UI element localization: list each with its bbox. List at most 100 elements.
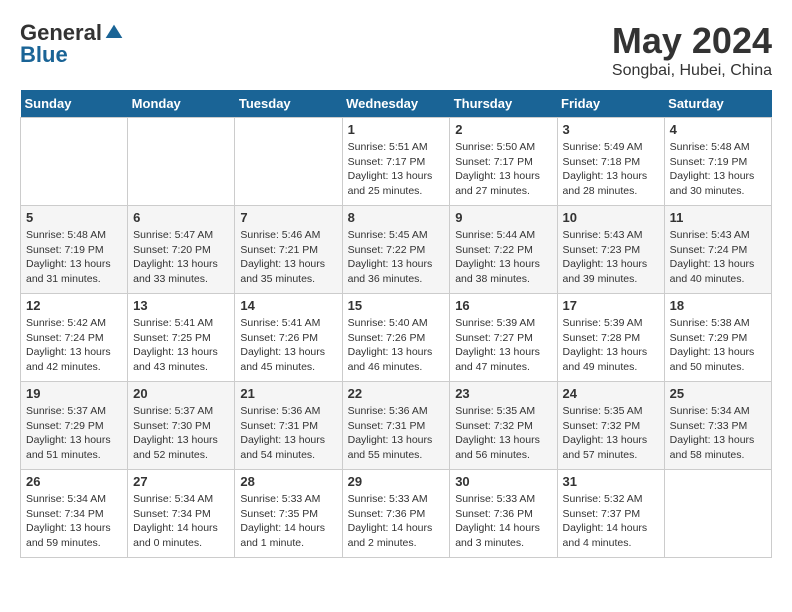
day-number: 31	[563, 474, 659, 489]
day-number: 21	[240, 386, 336, 401]
day-info: Sunrise: 5:33 AM Sunset: 7:36 PM Dayligh…	[348, 492, 445, 551]
day-info: Sunrise: 5:35 AM Sunset: 7:32 PM Dayligh…	[563, 404, 659, 463]
day-info: Sunrise: 5:50 AM Sunset: 7:17 PM Dayligh…	[455, 140, 551, 199]
day-info: Sunrise: 5:35 AM Sunset: 7:32 PM Dayligh…	[455, 404, 551, 463]
day-info: Sunrise: 5:33 AM Sunset: 7:36 PM Dayligh…	[455, 492, 551, 551]
day-number: 29	[348, 474, 445, 489]
calendar-cell: 24 Sunrise: 5:35 AM Sunset: 7:32 PM Dayli…	[557, 382, 664, 470]
day-number: 3	[563, 122, 659, 137]
day-info: Sunrise: 5:51 AM Sunset: 7:17 PM Dayligh…	[348, 140, 445, 199]
calendar-cell: 22 Sunrise: 5:36 AM Sunset: 7:31 PM Dayli…	[342, 382, 450, 470]
calendar-cell: 5 Sunrise: 5:48 AM Sunset: 7:19 PM Daylig…	[21, 206, 128, 294]
header: General Blue May 2024 Songbai, Hubei, Ch…	[20, 20, 772, 80]
day-number: 30	[455, 474, 551, 489]
day-info: Sunrise: 5:36 AM Sunset: 7:31 PM Dayligh…	[348, 404, 445, 463]
day-number: 28	[240, 474, 336, 489]
day-header-tuesday: Tuesday	[235, 90, 342, 118]
calendar-cell: 9 Sunrise: 5:44 AM Sunset: 7:22 PM Daylig…	[450, 206, 557, 294]
week-row-2: 5 Sunrise: 5:48 AM Sunset: 7:19 PM Daylig…	[21, 206, 772, 294]
day-number: 5	[26, 210, 122, 225]
calendar-cell: 20 Sunrise: 5:37 AM Sunset: 7:30 PM Dayli…	[128, 382, 235, 470]
day-number: 19	[26, 386, 122, 401]
logo: General Blue	[20, 20, 124, 68]
day-number: 10	[563, 210, 659, 225]
day-info: Sunrise: 5:45 AM Sunset: 7:22 PM Dayligh…	[348, 228, 445, 287]
day-number: 14	[240, 298, 336, 313]
day-info: Sunrise: 5:34 AM Sunset: 7:34 PM Dayligh…	[133, 492, 229, 551]
day-number: 20	[133, 386, 229, 401]
day-header-monday: Monday	[128, 90, 235, 118]
calendar-cell: 2 Sunrise: 5:50 AM Sunset: 7:17 PM Daylig…	[450, 118, 557, 206]
calendar-cell: 19 Sunrise: 5:37 AM Sunset: 7:29 PM Dayli…	[21, 382, 128, 470]
day-number: 2	[455, 122, 551, 137]
day-info: Sunrise: 5:33 AM Sunset: 7:35 PM Dayligh…	[240, 492, 336, 551]
day-info: Sunrise: 5:34 AM Sunset: 7:34 PM Dayligh…	[26, 492, 122, 551]
calendar-cell: 30 Sunrise: 5:33 AM Sunset: 7:36 PM Dayli…	[450, 470, 557, 558]
day-number: 27	[133, 474, 229, 489]
calendar-cell: 26 Sunrise: 5:34 AM Sunset: 7:34 PM Dayli…	[21, 470, 128, 558]
day-info: Sunrise: 5:38 AM Sunset: 7:29 PM Dayligh…	[670, 316, 766, 375]
calendar-cell: 8 Sunrise: 5:45 AM Sunset: 7:22 PM Daylig…	[342, 206, 450, 294]
calendar-cell	[664, 470, 771, 558]
calendar-cell: 11 Sunrise: 5:43 AM Sunset: 7:24 PM Dayli…	[664, 206, 771, 294]
day-number: 15	[348, 298, 445, 313]
day-info: Sunrise: 5:37 AM Sunset: 7:30 PM Dayligh…	[133, 404, 229, 463]
day-info: Sunrise: 5:42 AM Sunset: 7:24 PM Dayligh…	[26, 316, 122, 375]
calendar-cell: 23Sunrise: 5:35 AM Sunset: 7:32 PM Dayli…	[450, 382, 557, 470]
day-number: 7	[240, 210, 336, 225]
day-number: 12	[26, 298, 122, 313]
day-number: 25	[670, 386, 766, 401]
day-header-sunday: Sunday	[21, 90, 128, 118]
calendar-cell: 4Sunrise: 5:48 AM Sunset: 7:19 PM Daylig…	[664, 118, 771, 206]
calendar-cell	[128, 118, 235, 206]
day-number: 4	[670, 122, 766, 137]
day-number: 11	[670, 210, 766, 225]
calendar-cell: 29 Sunrise: 5:33 AM Sunset: 7:36 PM Dayli…	[342, 470, 450, 558]
week-row-3: 12 Sunrise: 5:42 AM Sunset: 7:24 PM Dayli…	[21, 294, 772, 382]
calendar-cell: 7 Sunrise: 5:46 AM Sunset: 7:21 PM Daylig…	[235, 206, 342, 294]
day-header-wednesday: Wednesday	[342, 90, 450, 118]
day-info: Sunrise: 5:48 AM Sunset: 7:19 PM Dayligh…	[26, 228, 122, 287]
day-info: Sunrise: 5:37 AM Sunset: 7:29 PM Dayligh…	[26, 404, 122, 463]
day-info: Sunrise: 5:41 AM Sunset: 7:26 PM Dayligh…	[240, 316, 336, 375]
day-info: Sunrise: 5:46 AM Sunset: 7:21 PM Dayligh…	[240, 228, 336, 287]
calendar-cell	[21, 118, 128, 206]
day-info: Sunrise: 5:47 AM Sunset: 7:20 PM Dayligh…	[133, 228, 229, 287]
day-number: 26	[26, 474, 122, 489]
day-info: Sunrise: 5:39 AM Sunset: 7:27 PM Dayligh…	[455, 316, 551, 375]
day-info: Sunrise: 5:39 AM Sunset: 7:28 PM Dayligh…	[563, 316, 659, 375]
week-row-1: 1 Sunrise: 5:51 AM Sunset: 7:17 PM Daylig…	[21, 118, 772, 206]
month-title: May 2024	[612, 20, 772, 62]
day-header-thursday: Thursday	[450, 90, 557, 118]
day-number: 18	[670, 298, 766, 313]
calendar-cell: 27 Sunrise: 5:34 AM Sunset: 7:34 PM Dayli…	[128, 470, 235, 558]
calendar-cell: 12 Sunrise: 5:42 AM Sunset: 7:24 PM Dayli…	[21, 294, 128, 382]
calendar-cell: 31 Sunrise: 5:32 AM Sunset: 7:37 PM Dayli…	[557, 470, 664, 558]
day-number: 22	[348, 386, 445, 401]
day-number: 9	[455, 210, 551, 225]
calendar-cell: 16Sunrise: 5:39 AM Sunset: 7:27 PM Dayli…	[450, 294, 557, 382]
day-info: Sunrise: 5:36 AM Sunset: 7:31 PM Dayligh…	[240, 404, 336, 463]
calendar-cell: 1 Sunrise: 5:51 AM Sunset: 7:17 PM Daylig…	[342, 118, 450, 206]
logo-blue-text: Blue	[20, 42, 68, 68]
day-info: Sunrise: 5:49 AM Sunset: 7:18 PM Dayligh…	[563, 140, 659, 199]
calendar-cell: 10Sunrise: 5:43 AM Sunset: 7:23 PM Dayli…	[557, 206, 664, 294]
calendar-cell: 21 Sunrise: 5:36 AM Sunset: 7:31 PM Dayli…	[235, 382, 342, 470]
day-info: Sunrise: 5:44 AM Sunset: 7:22 PM Dayligh…	[455, 228, 551, 287]
day-info: Sunrise: 5:43 AM Sunset: 7:24 PM Dayligh…	[670, 228, 766, 287]
day-info: Sunrise: 5:41 AM Sunset: 7:25 PM Dayligh…	[133, 316, 229, 375]
calendar-cell: 18 Sunrise: 5:38 AM Sunset: 7:29 PM Dayli…	[664, 294, 771, 382]
day-info: Sunrise: 5:32 AM Sunset: 7:37 PM Dayligh…	[563, 492, 659, 551]
day-number: 13	[133, 298, 229, 313]
calendar-cell: 13 Sunrise: 5:41 AM Sunset: 7:25 PM Dayli…	[128, 294, 235, 382]
day-info: Sunrise: 5:34 AM Sunset: 7:33 PM Dayligh…	[670, 404, 766, 463]
day-number: 8	[348, 210, 445, 225]
day-number: 24	[563, 386, 659, 401]
calendar-cell: 14 Sunrise: 5:41 AM Sunset: 7:26 PM Dayli…	[235, 294, 342, 382]
title-area: May 2024 Songbai, Hubei, China	[612, 20, 772, 80]
location: Songbai, Hubei, China	[612, 62, 772, 80]
day-number: 1	[348, 122, 445, 137]
calendar-cell	[235, 118, 342, 206]
logo-icon	[104, 23, 124, 43]
day-info: Sunrise: 5:40 AM Sunset: 7:26 PM Dayligh…	[348, 316, 445, 375]
